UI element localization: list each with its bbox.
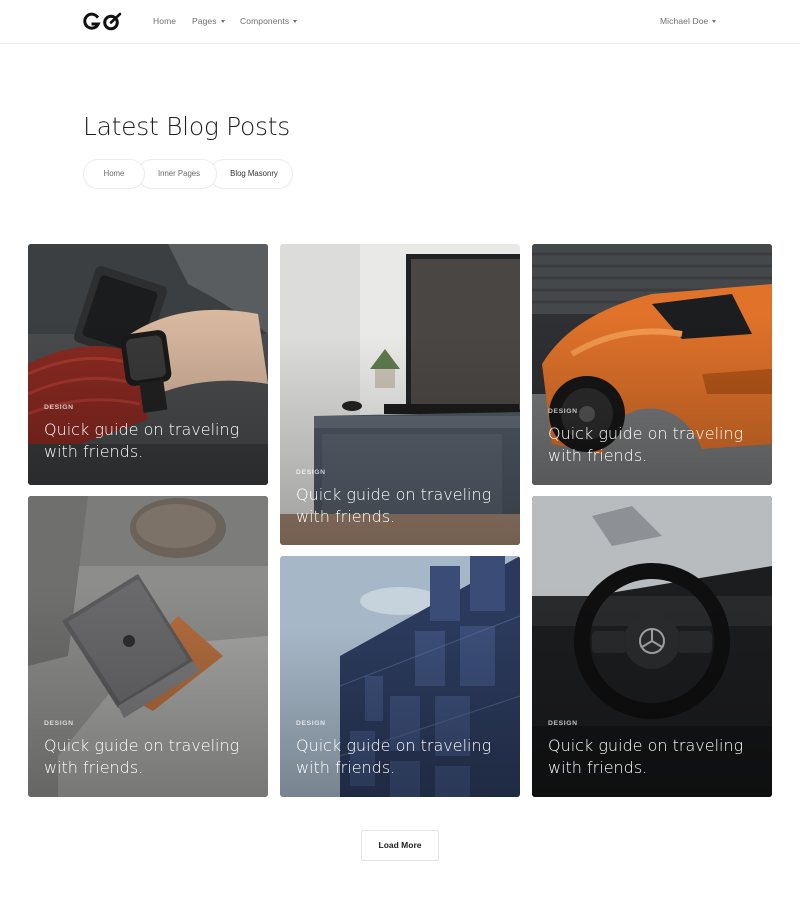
caret-down-icon	[712, 20, 717, 23]
go-logo[interactable]	[83, 11, 123, 33]
page-title: Latest Blog Posts	[83, 112, 290, 141]
post-title[interactable]: Quick guide on traveling with friends.	[44, 419, 259, 463]
caret-down-icon	[220, 20, 225, 23]
post-title[interactable]: Quick guide on traveling with friends.	[296, 484, 511, 528]
post-category: DESIGN	[548, 720, 578, 727]
user-menu[interactable]: Michael Doe	[660, 16, 717, 26]
post-title[interactable]: Quick guide on traveling with friends.	[548, 423, 763, 467]
top-navbar: Home Pages Components Michael Doe	[0, 0, 800, 44]
blog-card[interactable]: DESIGN Quick guide on traveling with fri…	[532, 244, 772, 485]
post-title[interactable]: Quick guide on traveling with friends.	[548, 735, 763, 779]
breadcrumb-blog-masonry: Blog Masonry	[209, 159, 293, 189]
nav-home-label: Home	[153, 16, 177, 26]
nav-pages[interactable]: Pages	[192, 16, 225, 26]
blog-card[interactable]: DESIGN Quick guide on traveling with fri…	[28, 496, 268, 797]
nav-home[interactable]: Home	[153, 16, 176, 26]
blog-card[interactable]: DESIGN Quick guide on traveling with fri…	[280, 244, 520, 545]
nav-components[interactable]: Components	[240, 16, 298, 26]
post-category: DESIGN	[296, 720, 326, 727]
breadcrumb-home[interactable]: Home	[83, 159, 145, 189]
post-title[interactable]: Quick guide on traveling with friends.	[44, 735, 259, 779]
blog-card[interactable]: DESIGN Quick guide on traveling with fri…	[280, 556, 520, 797]
nav-pages-label: Pages	[192, 16, 217, 26]
post-category: DESIGN	[44, 404, 74, 411]
blog-card[interactable]: DESIGN Quick guide on traveling with fri…	[532, 496, 772, 797]
post-category: DESIGN	[296, 469, 326, 476]
load-more-button[interactable]: Load More	[361, 830, 439, 861]
nav-components-label: Components	[240, 16, 290, 26]
user-name: Michael Doe	[660, 16, 709, 26]
post-title[interactable]: Quick guide on traveling with friends.	[296, 735, 511, 779]
caret-down-icon	[293, 20, 298, 23]
post-category: DESIGN	[548, 408, 578, 415]
post-category: DESIGN	[44, 720, 74, 727]
breadcrumb-inner-pages[interactable]: Inner Pages	[137, 159, 217, 189]
blog-card[interactable]: DESIGN Quick guide on traveling with fri…	[28, 244, 268, 485]
